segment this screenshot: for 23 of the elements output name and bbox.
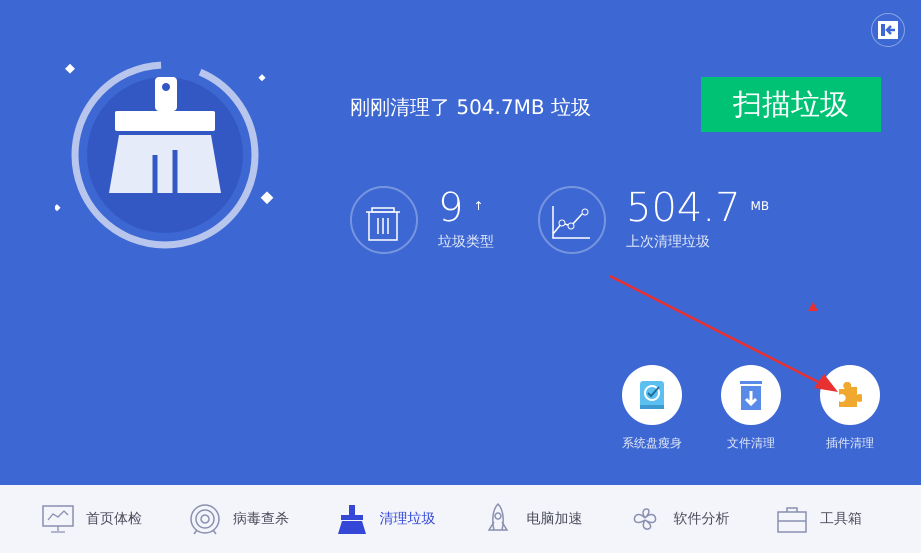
puzzle-piece-icon: [838, 382, 862, 408]
stat-value: 504.7: [626, 188, 741, 228]
nav-tab[interactable]: 清理垃圾: [334, 502, 480, 536]
download-bin-icon: [739, 380, 763, 410]
disk-check-icon: [638, 379, 666, 411]
stat-value: 9: [438, 188, 464, 228]
nav-tab[interactable]: 电脑加速: [480, 502, 628, 536]
nav-tab[interactable]: 软件分析: [627, 502, 774, 536]
tool-label: 插件清理: [826, 435, 874, 452]
stat-unit: ↑: [473, 198, 484, 214]
triangle-mark-icon: [808, 302, 818, 311]
collapse-button[interactable]: [871, 13, 905, 47]
nav-tab[interactable]: 病毒查杀: [186, 502, 334, 536]
tool-label: 文件清理: [727, 435, 775, 452]
trash-can-icon: [350, 186, 418, 254]
line-chart-icon: [538, 186, 606, 254]
cleanup-summary-text: 刚刚清理了 504.7MB 垃圾: [349, 94, 591, 120]
stat-unit: MB: [750, 198, 770, 214]
stat-label: 上次清理垃圾: [626, 232, 711, 252]
stat-label: 垃圾类型: [438, 232, 494, 252]
nav-tab[interactable]: 首页体检: [40, 502, 187, 536]
nav-tab[interactable]: 工具箱: [774, 502, 921, 536]
tool-label: 系统盘瘦身: [622, 435, 682, 452]
